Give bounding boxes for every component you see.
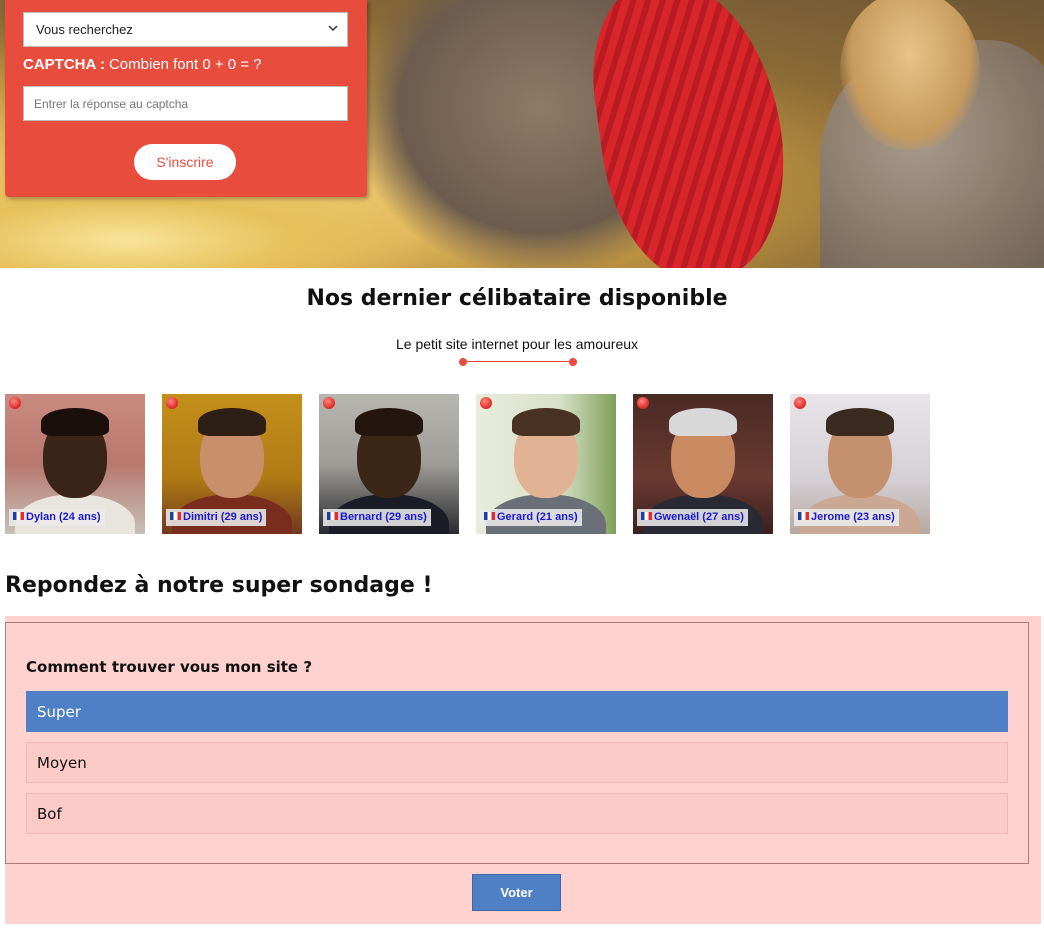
- poll-option-super[interactable]: Super: [26, 691, 1008, 732]
- poll-option-bof[interactable]: Bof: [26, 793, 1008, 834]
- search-select[interactable]: Vous recherchez: [23, 12, 348, 47]
- profile-card[interactable]: Dimitri (29 ans): [162, 394, 302, 534]
- poll-box: Comment trouver vous mon site ? Super Mo…: [5, 622, 1029, 864]
- online-status-icon: [166, 397, 178, 409]
- online-status-icon: [794, 397, 806, 409]
- vote-button[interactable]: Voter: [472, 874, 561, 911]
- signup-button[interactable]: S'inscrire: [134, 144, 236, 180]
- online-status-icon: [9, 397, 21, 409]
- singles-title: Nos dernier célibataire disponible: [306, 286, 728, 311]
- poll-option-moyen[interactable]: Moyen: [26, 742, 1008, 783]
- france-flag-icon: [484, 512, 495, 520]
- profile-card[interactable]: Gwenaël (27 ans): [633, 394, 773, 534]
- signup-form: Vous recherchez CAPTCHA : Combien font 0 …: [5, 0, 367, 197]
- france-flag-icon: [170, 512, 181, 520]
- france-flag-icon: [327, 512, 338, 520]
- profile-label: Dimitri (29 ans): [166, 509, 267, 526]
- poll-question: Comment trouver vous mon site ?: [26, 658, 313, 676]
- online-status-icon: [323, 397, 335, 409]
- captcha-question: Combien font 0 + 0 = ?: [108, 56, 262, 73]
- chevron-down-icon: [327, 21, 339, 35]
- captcha-input[interactable]: [23, 86, 348, 121]
- heart-divider-icon: [459, 358, 577, 366]
- online-status-icon: [637, 397, 649, 409]
- poll-title: Repondez à notre super sondage !: [5, 573, 433, 598]
- hero-banner: Vous recherchez CAPTCHA : Combien font 0 …: [0, 0, 1044, 268]
- poll-section: Comment trouver vous mon site ? Super Mo…: [5, 616, 1041, 924]
- captcha-label-bold: CAPTCHA :: [23, 56, 105, 73]
- france-flag-icon: [13, 512, 24, 520]
- captcha-label: CAPTCHA : Combien font 0 + 0 = ?: [23, 56, 262, 73]
- singles-subtitle: Le petit site internet pour les amoureux: [395, 336, 639, 352]
- search-select-value: Vous recherchez: [36, 22, 133, 37]
- profile-card[interactable]: Dylan (24 ans): [5, 394, 145, 534]
- profile-label: Gerard (21 ans): [480, 509, 582, 526]
- france-flag-icon: [798, 512, 809, 520]
- profile-label: Dylan (24 ans): [9, 509, 105, 526]
- france-flag-icon: [641, 512, 652, 520]
- profile-label: Jerome (23 ans): [794, 509, 899, 526]
- online-status-icon: [480, 397, 492, 409]
- profile-list: Dylan (24 ans) Dimitri (29 ans) Bernard …: [5, 394, 945, 534]
- profile-card[interactable]: Bernard (29 ans): [319, 394, 459, 534]
- profile-label: Gwenaël (27 ans): [637, 509, 748, 526]
- profile-card[interactable]: Jerome (23 ans): [790, 394, 930, 534]
- profile-label: Bernard (29 ans): [323, 509, 431, 526]
- profile-card[interactable]: Gerard (21 ans): [476, 394, 616, 534]
